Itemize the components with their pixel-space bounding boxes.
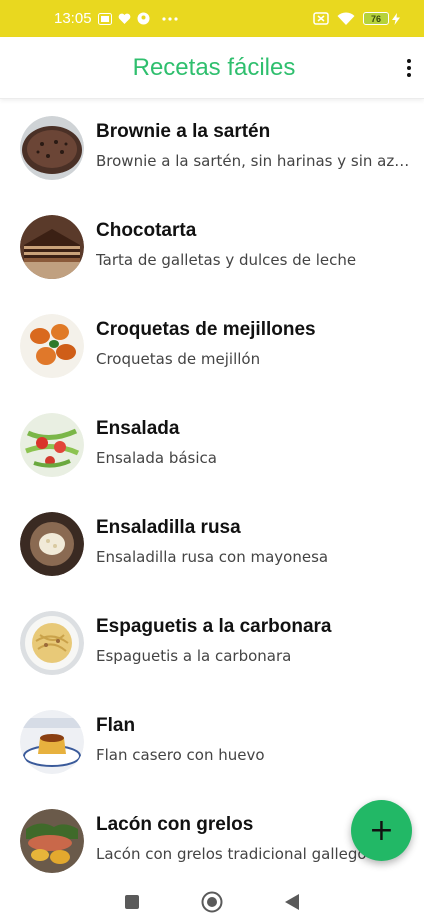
add-icon: +: [368, 813, 395, 848]
overflow-menu-icon[interactable]: [398, 54, 420, 82]
recipe-title: Croquetas de mejillones: [96, 319, 316, 340]
recipe-thumbnail: [20, 116, 84, 180]
recipe-thumbnail: [20, 413, 84, 477]
recipe-thumbnail: [20, 809, 84, 873]
media-icon: [97, 12, 112, 25]
recipe-title: Ensalada: [96, 418, 180, 439]
recipe-thumbnail: [20, 611, 84, 675]
status-bar: 13:05 76: [0, 0, 424, 37]
recipe-thumbnail: [20, 314, 84, 378]
heart-icon: [118, 13, 131, 25]
home-icon[interactable]: [197, 887, 227, 917]
recipe-item-brownie[interactable]: Brownie a la sartén Brownie a la sartén,…: [0, 100, 424, 199]
recipe-subtitle: Ensalada básica: [96, 449, 217, 467]
recipe-subtitle: Tarta de galletas y dulces de leche: [96, 251, 357, 269]
recents-icon[interactable]: [117, 887, 147, 917]
app-bar: Recetas fáciles: [0, 37, 424, 99]
recipe-thumbnail: [20, 710, 84, 774]
recipe-item-ensalada[interactable]: Ensalada Ensalada básica: [0, 397, 424, 496]
add-recipe-button[interactable]: +: [351, 800, 412, 861]
recipe-subtitle: Espaguetis a la carbonara: [96, 647, 292, 665]
status-time: 13:05: [54, 10, 92, 27]
back-icon[interactable]: [277, 887, 307, 917]
more-dots-icon: [161, 16, 178, 21]
recipe-title: Brownie a la sartén: [96, 121, 271, 142]
system-nav-bar: [0, 885, 424, 918]
recipe-item-flan[interactable]: Flan Flan casero con huevo: [0, 694, 424, 793]
wifi-icon: [337, 11, 355, 26]
recipe-subtitle: Croquetas de mejillón: [96, 350, 261, 368]
recipe-thumbnail: [20, 512, 84, 576]
recipe-title: Flan: [96, 715, 136, 736]
recipe-list: Brownie a la sartén Brownie a la sartén,…: [0, 100, 424, 892]
charging-icon: [392, 12, 400, 25]
recipe-thumbnail: [20, 215, 84, 279]
sim-off-icon: [313, 12, 329, 25]
recipe-item-croquetas[interactable]: Croquetas de mejillones Croquetas de mej…: [0, 298, 424, 397]
recipe-item-chocotarta[interactable]: Chocotarta Tarta de galletas y dulces de…: [0, 199, 424, 298]
recipe-title: Ensaladilla rusa: [96, 517, 241, 538]
app-title: Recetas fáciles: [132, 53, 296, 81]
recipe-item-ensaladilla[interactable]: Ensaladilla rusa Ensaladilla rusa con ma…: [0, 496, 424, 595]
recipe-title: Espaguetis a la carbonara: [96, 616, 332, 637]
battery-icon: 76: [363, 12, 389, 25]
recipe-item-espaguetis[interactable]: Espaguetis a la carbonara Espaguetis a l…: [0, 595, 424, 694]
recipe-subtitle: Ensaladilla rusa con mayonesa: [96, 548, 329, 566]
recipe-subtitle: Flan casero con huevo: [96, 746, 265, 764]
recipe-subtitle: Brownie a la sartén, sin harinas y sin a…: [96, 152, 418, 170]
recipe-title: Chocotarta: [96, 220, 197, 241]
location-icon: [137, 12, 150, 25]
